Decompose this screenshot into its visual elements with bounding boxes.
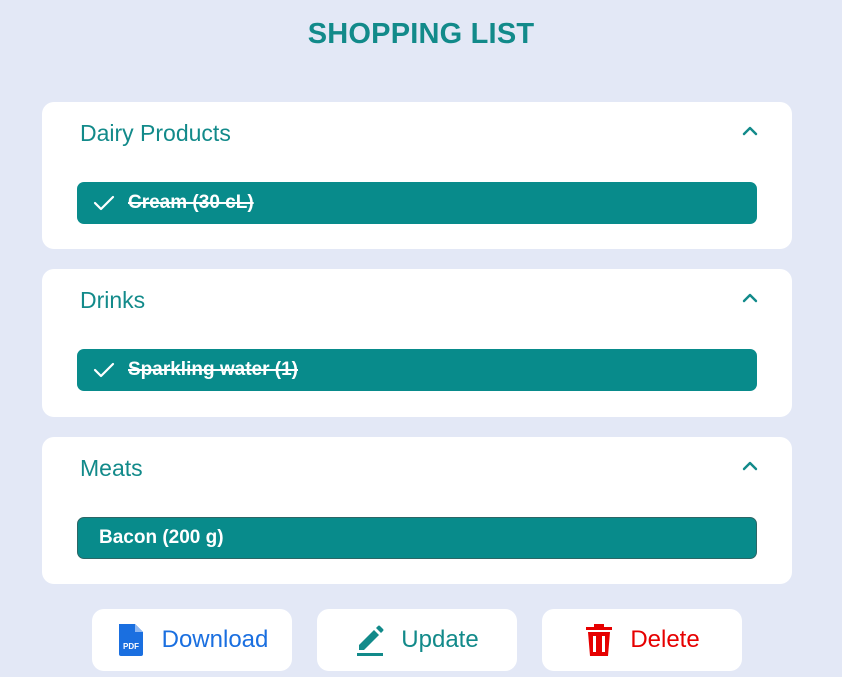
update-label: Update: [401, 626, 479, 653]
item-label: Cream (30 cL): [128, 192, 254, 213]
chevron-up-icon[interactable]: [742, 291, 758, 303]
category-title: Meats: [80, 455, 143, 481]
update-button[interactable]: Update: [317, 609, 517, 671]
list-item[interactable]: Sparkling water (1): [77, 349, 757, 391]
delete-label: Delete: [630, 626, 700, 653]
chevron-up-icon[interactable]: [742, 459, 758, 471]
list-item[interactable]: Cream (30 cL): [77, 182, 757, 224]
pencil-icon: [357, 625, 384, 656]
category-card-dairy-products: Dairy Products Cream (30 cL): [42, 102, 792, 249]
item-label: Bacon (200 g): [99, 527, 224, 548]
item-label: Sparkling water (1): [128, 359, 298, 380]
pdf-badge: PDF: [123, 642, 139, 651]
delete-button[interactable]: Delete: [542, 609, 742, 671]
chevron-up-icon[interactable]: [742, 124, 758, 136]
check-icon: [93, 195, 115, 211]
category-title: Dairy Products: [80, 120, 231, 146]
pdf-file-icon: PDF: [118, 624, 143, 656]
category-card-drinks: Drinks Sparkling water (1): [42, 269, 792, 417]
list-item[interactable]: Bacon (200 g): [77, 517, 757, 559]
check-icon: [93, 362, 115, 378]
category-title: Drinks: [80, 287, 146, 313]
download-label: Download: [161, 626, 269, 653]
page-title: SHOPPING LIST: [307, 18, 535, 50]
trash-icon: [586, 624, 613, 656]
download-button[interactable]: PDF Download: [92, 609, 292, 671]
category-card-meats: Meats Bacon (200 g): [42, 437, 792, 584]
